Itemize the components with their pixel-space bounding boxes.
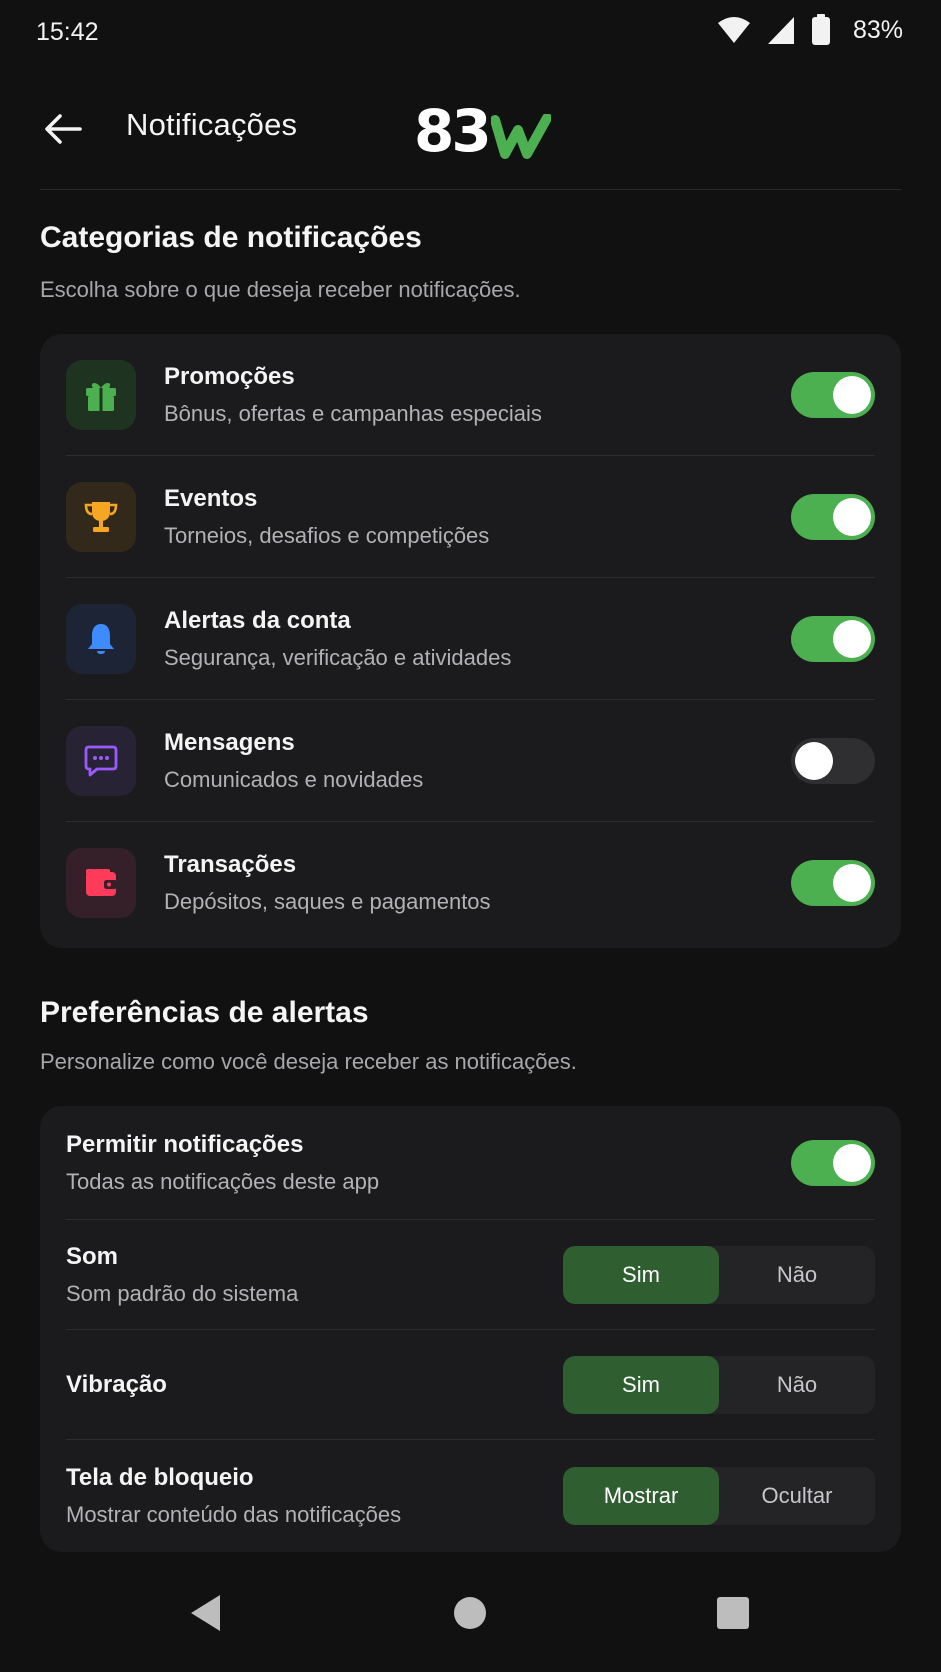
system-nav-bar bbox=[0, 1552, 941, 1672]
sound-text: Som Som padrão do sistema bbox=[66, 1243, 298, 1307]
lockscreen-option-ocultar[interactable]: Ocultar bbox=[719, 1467, 875, 1525]
nav-recents-icon bbox=[717, 1597, 749, 1629]
pref-title: Vibração bbox=[66, 1371, 167, 1398]
alertas-text: Alertas da conta Segurança, verificação … bbox=[164, 607, 875, 671]
header-divider bbox=[40, 189, 901, 190]
bell-icon bbox=[88, 624, 114, 654]
battery-icon bbox=[811, 14, 830, 45]
vibration-option-sim[interactable]: Sim bbox=[563, 1356, 719, 1414]
status-icons: 83% bbox=[717, 14, 903, 46]
category-subtitle: Comunicados e novidades bbox=[164, 767, 424, 792]
category-title: Alertas da conta bbox=[164, 607, 351, 634]
category-row-promocoes[interactable]: Promoções Bônus, ofertas e campanhas esp… bbox=[66, 334, 875, 456]
promocoes-toggle[interactable] bbox=[791, 372, 875, 418]
gift-icon bbox=[86, 383, 116, 411]
toggle-knob bbox=[795, 742, 833, 780]
eventos-text: Eventos Torneios, desafios e competições bbox=[164, 485, 875, 549]
vibration-segmented-control: Sim Não bbox=[563, 1356, 875, 1414]
promocoes-icon-tile bbox=[66, 360, 136, 430]
brand-logo: 83 bbox=[414, 94, 551, 160]
toggle-knob bbox=[833, 1144, 871, 1182]
preferences-subtitle: Personalize como você deseja receber as … bbox=[40, 1049, 577, 1074]
signal-icon bbox=[767, 17, 794, 44]
lockscreen-row: Tela de bloqueio Mostrar conteúdo das no… bbox=[66, 1440, 875, 1552]
wifi-icon bbox=[717, 17, 750, 43]
category-title: Eventos bbox=[164, 485, 258, 512]
transacoes-text: Transações Depósitos, saques e pagamento… bbox=[164, 851, 875, 915]
nav-recents-button[interactable] bbox=[708, 1588, 758, 1638]
app-header: Notificações 83 bbox=[0, 80, 941, 190]
pref-subtitle: Todas as notificações deste app bbox=[66, 1169, 380, 1194]
category-title: Mensagens bbox=[164, 729, 295, 756]
allow-notifications-row[interactable]: Permitir notificações Todas as notificaç… bbox=[66, 1106, 875, 1220]
allow-notifications-toggle[interactable] bbox=[791, 1140, 875, 1186]
pref-subtitle: Som padrão do sistema bbox=[66, 1281, 299, 1306]
toggle-knob bbox=[833, 620, 871, 658]
lockscreen-text: Tela de bloqueio Mostrar conteúdo das no… bbox=[66, 1464, 401, 1528]
category-row-transacoes[interactable]: Transações Depósitos, saques e pagamento… bbox=[66, 822, 875, 944]
nav-back-icon bbox=[191, 1595, 220, 1631]
allow-notifications-text: Permitir notificações Todas as notificaç… bbox=[66, 1131, 379, 1195]
sound-segmented-control: Sim Não bbox=[563, 1246, 875, 1304]
nav-home-button[interactable] bbox=[445, 1588, 495, 1638]
back-button[interactable] bbox=[40, 106, 86, 152]
pref-title: Som bbox=[66, 1243, 119, 1270]
page-title: Notificações bbox=[126, 107, 298, 142]
categories-card: Promoções Bônus, ofertas e campanhas esp… bbox=[40, 334, 901, 948]
notifications-screen: 15:42 83% Notificações 83 Categorias de … bbox=[0, 0, 941, 1672]
arrow-left-icon bbox=[45, 114, 82, 144]
category-title: Promoções bbox=[164, 363, 295, 390]
mensagens-icon-tile bbox=[66, 726, 136, 796]
chat-icon bbox=[84, 745, 118, 777]
category-row-alertas[interactable]: Alertas da conta Segurança, verificação … bbox=[66, 578, 875, 700]
lockscreen-option-mostrar[interactable]: Mostrar bbox=[563, 1467, 719, 1525]
toggle-knob bbox=[833, 376, 871, 414]
logo-number: 83 bbox=[414, 97, 492, 165]
eventos-toggle[interactable] bbox=[791, 494, 875, 540]
alertas-toggle[interactable] bbox=[791, 616, 875, 662]
alertas-icon-tile bbox=[66, 604, 136, 674]
trophy-icon bbox=[84, 502, 118, 532]
promocoes-text: Promoções Bônus, ofertas e campanhas esp… bbox=[164, 363, 875, 427]
category-row-eventos[interactable]: Eventos Torneios, desafios e competições bbox=[66, 456, 875, 578]
nav-home-icon bbox=[454, 1597, 486, 1629]
nav-back-button[interactable] bbox=[181, 1588, 231, 1638]
categories-title: Categorias de notificações bbox=[40, 221, 422, 254]
mensagens-toggle[interactable] bbox=[791, 738, 875, 784]
categories-subtitle: Escolha sobre o que deseja receber notif… bbox=[40, 277, 521, 302]
pref-title: Tela de bloqueio bbox=[66, 1464, 254, 1491]
vibration-option-nao[interactable]: Não bbox=[719, 1356, 875, 1414]
preferences-card: Permitir notificações Todas as notificaç… bbox=[40, 1106, 901, 1552]
transacoes-icon-tile bbox=[66, 848, 136, 918]
lockscreen-segmented-control: Mostrar Ocultar bbox=[563, 1467, 875, 1525]
category-subtitle: Segurança, verificação e atividades bbox=[164, 645, 512, 670]
status-time: 15:42 bbox=[36, 18, 99, 46]
category-subtitle: Torneios, desafios e competições bbox=[164, 523, 490, 548]
category-subtitle: Bônus, ofertas e campanhas especiais bbox=[164, 401, 542, 426]
status-bar: 15:42 83% bbox=[0, 0, 941, 64]
category-subtitle: Depósitos, saques e pagamentos bbox=[164, 889, 491, 914]
sound-row: Som Som padrão do sistema Sim Não bbox=[66, 1220, 875, 1330]
battery-percentage: 83% bbox=[852, 15, 903, 44]
transacoes-toggle[interactable] bbox=[791, 860, 875, 906]
vibration-row: Vibração Sim Não bbox=[66, 1330, 875, 1440]
category-title: Transações bbox=[164, 851, 297, 878]
pref-subtitle: Mostrar conteúdo das notificações bbox=[66, 1502, 402, 1527]
wallet-icon bbox=[86, 869, 117, 896]
sound-option-sim[interactable]: Sim bbox=[563, 1246, 719, 1304]
sound-option-nao[interactable]: Não bbox=[719, 1246, 875, 1304]
eventos-icon-tile bbox=[66, 482, 136, 552]
toggle-knob bbox=[833, 864, 871, 902]
mensagens-text: Mensagens Comunicados e novidades bbox=[164, 729, 875, 793]
preferences-title: Preferências de alertas bbox=[40, 996, 369, 1029]
pref-title: Permitir notificações bbox=[66, 1131, 304, 1158]
category-row-mensagens[interactable]: Mensagens Comunicados e novidades bbox=[66, 700, 875, 822]
toggle-knob bbox=[833, 498, 871, 536]
vibration-text: Vibração bbox=[66, 1371, 167, 1399]
logo-w-mark bbox=[490, 114, 551, 159]
